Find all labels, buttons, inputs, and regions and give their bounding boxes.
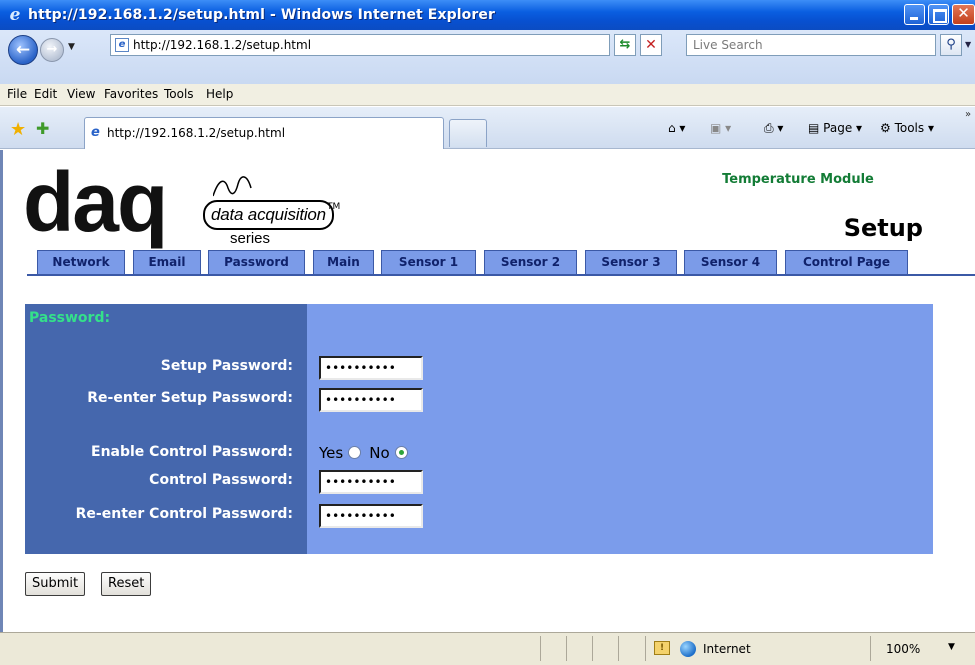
tab-control-page[interactable]: Control Page xyxy=(785,250,908,274)
tab-network[interactable]: Network xyxy=(37,250,125,274)
menu-favorites[interactable]: Favorites xyxy=(104,87,158,101)
radio-no-label: No xyxy=(369,444,390,462)
page-icon: e xyxy=(115,38,129,52)
logo-series: series xyxy=(230,230,271,247)
tab-password[interactable]: Password xyxy=(208,250,305,274)
module-title: Temperature Module xyxy=(722,172,874,187)
internet-globe-icon xyxy=(680,641,696,657)
reenter-setup-password-field[interactable]: •••••••••• xyxy=(319,388,423,412)
window-title-bar: e http://192.168.1.2/setup.html - Window… xyxy=(0,0,975,30)
radio-no[interactable] xyxy=(394,446,408,459)
search-icon[interactable]: ⚲ xyxy=(940,34,962,56)
control-password-label: Control Password: xyxy=(149,472,293,488)
favorites-star-icon[interactable]: ★ xyxy=(10,119,26,140)
daq-logo: daq data acquisition series TM xyxy=(23,155,343,249)
feeds-icon[interactable]: ▣ ▾ xyxy=(710,121,731,135)
menu-bar: File Edit View Favorites Tools Help xyxy=(0,84,975,106)
search-input[interactable]: Live Search xyxy=(686,34,936,56)
menu-tools[interactable]: Tools xyxy=(164,87,194,101)
more-commands-icon[interactable]: » xyxy=(965,109,971,120)
logo-brand: daq xyxy=(23,155,168,249)
password-settings-panel: Password: Setup Password: Re-enter Setup… xyxy=(25,304,933,554)
refresh-button[interactable]: ⇆ xyxy=(614,34,636,56)
reenter-control-password-label: Re-enter Control Password: xyxy=(75,506,293,522)
status-bar: ! Internet 100% ▼ xyxy=(0,632,975,665)
search-options-dropdown-icon[interactable]: ▼ xyxy=(965,40,971,49)
page-title: Setup xyxy=(843,214,923,242)
control-password-field[interactable]: •••••••••• xyxy=(319,470,423,494)
reset-button[interactable]: Reset xyxy=(101,572,152,596)
menu-help[interactable]: Help xyxy=(206,87,233,101)
status-divider xyxy=(540,636,541,661)
add-favorites-icon[interactable]: ✚ xyxy=(36,119,49,138)
logo-trademark: TM xyxy=(327,202,341,212)
search-placeholder: Live Search xyxy=(693,38,763,52)
back-button[interactable]: ← xyxy=(8,35,38,65)
address-text: http://192.168.1.2/setup.html xyxy=(133,38,312,52)
radio-yes-label: Yes xyxy=(319,444,344,462)
enable-control-radio-group: Yes No xyxy=(319,444,416,462)
tab-sensor-1[interactable]: Sensor 1 xyxy=(381,250,476,274)
section-title: Password: xyxy=(29,310,111,326)
tab-sensor-4[interactable]: Sensor 4 xyxy=(684,250,777,274)
setup-password-label: Setup Password: xyxy=(160,358,293,374)
forward-button[interactable]: → xyxy=(40,38,64,62)
home-icon[interactable]: ⌂ ▾ xyxy=(668,121,685,135)
enable-control-password-label: Enable Control Password: xyxy=(91,444,293,460)
setup-password-field[interactable]: •••••••••• xyxy=(319,356,423,380)
tab-main[interactable]: Main xyxy=(313,250,374,274)
tab-sensor-3[interactable]: Sensor 3 xyxy=(585,250,677,274)
status-divider xyxy=(566,636,567,661)
page-menu-label: Page xyxy=(823,121,853,135)
zoom-level[interactable]: 100% xyxy=(886,642,920,656)
security-zone-label[interactable]: Internet xyxy=(703,642,751,656)
radio-yes[interactable] xyxy=(348,446,362,459)
tools-menu-button[interactable]: ⚙ Tools ▾ xyxy=(880,121,934,135)
tab-sensor-2[interactable]: Sensor 2 xyxy=(484,250,577,274)
status-divider xyxy=(618,636,619,661)
tools-menu-label: Tools xyxy=(894,121,925,135)
favorites-tab-bar: ★ ✚ e http://192.168.1.2/setup.html ⌂ ▾ … xyxy=(0,107,975,149)
status-divider xyxy=(592,636,593,661)
navigation-toolbar: ← → ▼ e http://192.168.1.2/setup.html ▼ … xyxy=(0,30,975,84)
tab-email[interactable]: Email xyxy=(133,250,201,274)
maximize-button[interactable] xyxy=(928,4,949,25)
stop-button[interactable]: ✕ xyxy=(640,34,662,56)
reenter-setup-password-label: Re-enter Setup Password: xyxy=(87,390,293,406)
reenter-control-password-field[interactable]: •••••••••• xyxy=(319,504,423,528)
status-divider xyxy=(870,636,871,661)
page-content: daq data acquisition series TM Temperatu… xyxy=(0,150,975,632)
address-bar[interactable]: e http://192.168.1.2/setup.html ▼ xyxy=(110,34,706,56)
tab-underline xyxy=(27,274,975,276)
close-window-button[interactable]: ✕ xyxy=(952,4,975,25)
ie-logo-icon: e xyxy=(9,5,21,25)
print-icon[interactable]: ⎙ ▾ xyxy=(764,121,783,136)
window-title: http://192.168.1.2/setup.html - Windows … xyxy=(28,7,495,23)
label-column: Password: Setup Password: Re-enter Setup… xyxy=(25,304,307,554)
tab-ie-icon: e xyxy=(91,125,100,140)
protected-mode-icon[interactable]: ! xyxy=(654,641,670,655)
logo-wave-icon xyxy=(213,176,252,197)
close-icon: ✕ xyxy=(957,4,970,22)
status-divider xyxy=(645,636,646,661)
new-tab-button[interactable] xyxy=(449,119,487,147)
logo-tagline: data acquisition xyxy=(203,200,334,230)
zoom-dropdown-icon[interactable]: ▼ xyxy=(948,642,955,652)
menu-view[interactable]: View xyxy=(67,87,95,101)
tab-title: http://192.168.1.2/setup.html xyxy=(107,126,286,140)
page-menu-button[interactable]: ▤ Page ▾ xyxy=(808,121,862,135)
menu-edit[interactable]: Edit xyxy=(34,87,57,101)
minimize-button[interactable] xyxy=(904,4,925,25)
menu-file[interactable]: File xyxy=(7,87,27,101)
browser-tab-active[interactable]: e http://192.168.1.2/setup.html xyxy=(84,117,444,149)
recent-pages-dropdown-icon[interactable]: ▼ xyxy=(68,42,75,52)
submit-button[interactable]: Submit xyxy=(25,572,86,596)
